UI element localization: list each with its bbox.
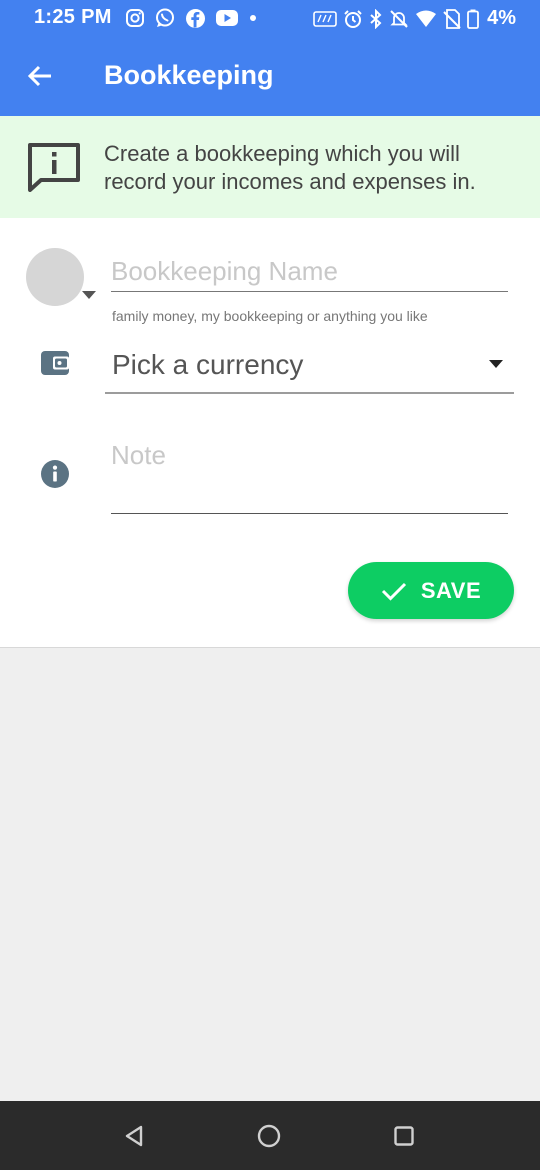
facebook-icon (185, 8, 206, 29)
battery-percent: 4% (487, 7, 516, 29)
no-sim-icon (443, 8, 461, 29)
arrow-left-icon (27, 65, 51, 87)
message-info-icon (27, 142, 81, 197)
name-helper-text: family money, my bookkeeping or anything… (112, 308, 428, 324)
app-bar: Bookkeeping (0, 36, 540, 116)
mute-icon (389, 9, 409, 29)
dropdown-arrow-icon (489, 360, 503, 368)
page-title: Bookkeeping (104, 60, 274, 90)
volte-icon (313, 10, 337, 28)
save-label: SAVE (420, 577, 482, 603)
status-system-icons: 4% (313, 7, 516, 30)
whatsapp-icon (154, 7, 176, 29)
dot-icon (248, 13, 258, 23)
info-banner: Create a bookkeeping which you will reco… (0, 116, 540, 218)
currency-select[interactable]: Pick a currency (105, 340, 514, 394)
wifi-icon (415, 10, 437, 28)
bookkeeping-name-input[interactable] (111, 252, 508, 292)
system-nav-bar (0, 1101, 540, 1170)
recents-square-icon[interactable] (389, 1121, 419, 1151)
info-icon (40, 459, 70, 494)
save-button[interactable]: SAVE (348, 562, 514, 619)
bluetooth-icon (369, 8, 383, 29)
currency-label: Pick a currency (112, 349, 304, 380)
status-notification-icons (125, 7, 258, 29)
status-time: 1:25 PM (34, 6, 112, 28)
back-button[interactable] (20, 56, 60, 96)
alarm-icon (343, 9, 363, 29)
battery-icon (467, 9, 479, 29)
bookkeeping-form: family money, my bookkeeping or anything… (0, 218, 540, 648)
caret-down-icon[interactable] (82, 291, 96, 299)
banner-text: Create a bookkeeping which you will reco… (104, 141, 476, 194)
avatar-picker[interactable] (26, 248, 84, 306)
back-triangle-icon[interactable] (119, 1121, 149, 1151)
status-bar: 1:25 PM 4% (0, 0, 540, 36)
instagram-icon (125, 8, 145, 28)
home-circle-icon[interactable] (254, 1121, 284, 1151)
check-icon (381, 582, 406, 601)
youtube-icon (215, 9, 239, 27)
note-input[interactable] (111, 436, 508, 514)
wallet-icon (40, 349, 70, 382)
